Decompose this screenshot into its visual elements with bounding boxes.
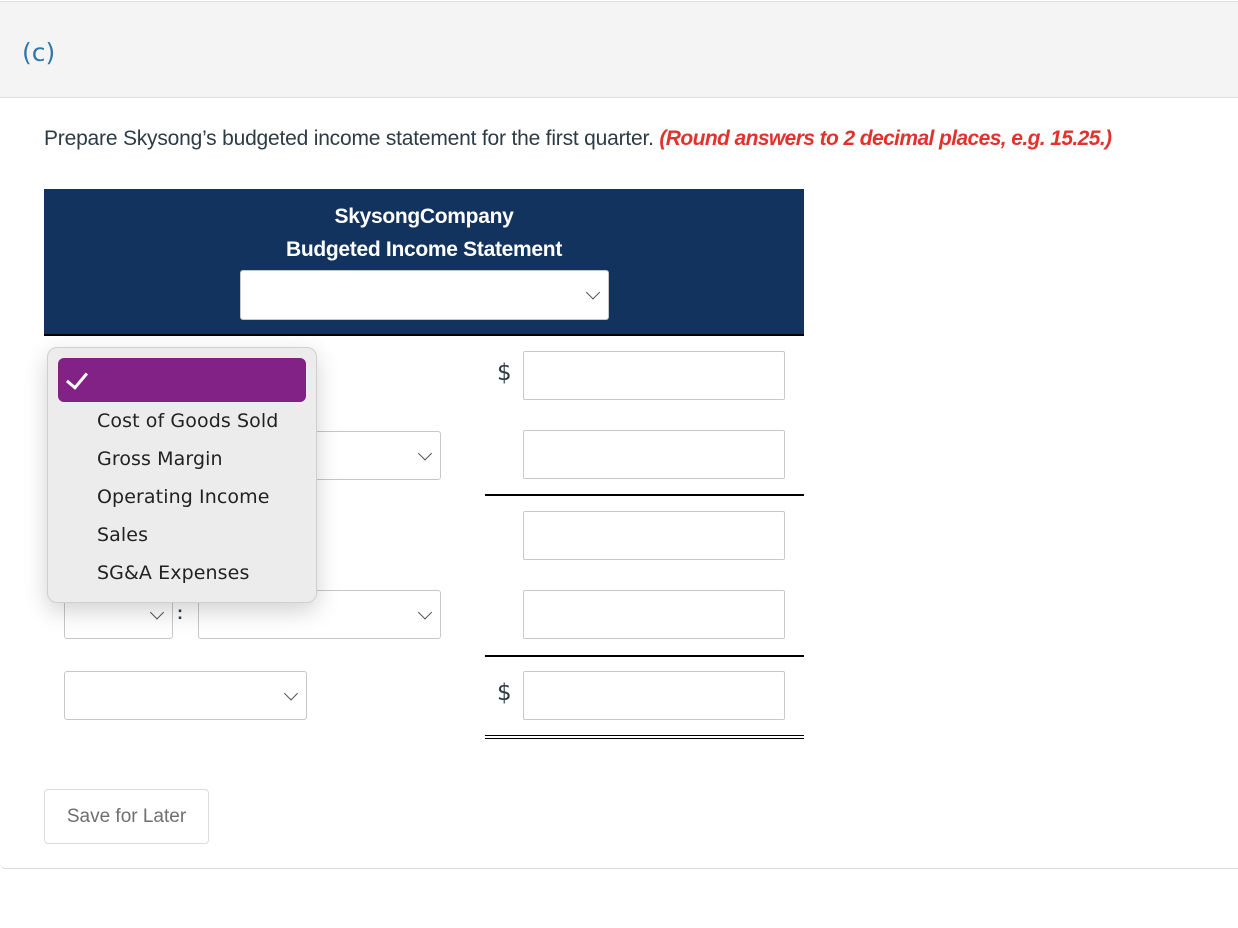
label-select-row-5[interactable] [64,671,307,720]
save-for-later-button[interactable]: Save for Later [44,789,209,844]
colon-separator: : [177,603,183,623]
dropdown-option-gross-margin[interactable]: Gross Margin [97,448,223,470]
period-select[interactable] [240,270,609,320]
statement-header: SkysongCompany Budgeted Income Statement [44,189,804,336]
checkmark-icon [65,366,89,390]
question-instructions: Prepare Skysong’s budgeted income statem… [44,127,1112,151]
company-name: SkysongCompany [334,205,514,228]
chevron-down-icon [417,604,433,620]
chevron-down-icon [149,604,165,620]
dropdown-option-blank-selected[interactable] [58,358,306,402]
dropdown-option-sales[interactable]: Sales [97,524,148,546]
statement-title: Budgeted Income Statement [285,238,563,261]
subtotal-rule [485,655,804,657]
dollar-sign: $ [497,680,512,706]
dropdown-option-operating-income[interactable]: Operating Income [97,486,270,508]
total-double-rule [485,735,804,739]
part-label: (c) [22,38,56,67]
amount-input-row-2[interactable] [523,430,785,479]
part-header: (c) [0,1,1238,98]
instruction-text: Prepare Skysong’s budgeted income statem… [44,127,654,150]
rounding-hint: (Round answers to 2 decimal places, e.g.… [659,127,1112,150]
dropdown-option-cogs[interactable]: Cost of Goods Sold [97,410,278,432]
chevron-down-icon [283,685,299,701]
amount-input-row-1[interactable] [523,351,785,400]
dollar-sign: $ [497,360,512,386]
amount-input-row-3[interactable] [523,511,785,560]
amount-input-row-4[interactable] [523,590,785,639]
subtotal-rule [485,494,804,496]
amount-input-row-5[interactable] [523,671,785,720]
label-dropdown-menu: Cost of Goods Sold Gross Margin Operatin… [47,347,317,603]
chevron-down-icon [585,285,601,300]
dropdown-option-sga-expenses[interactable]: SG&A Expenses [97,562,249,584]
chevron-down-icon [417,445,433,461]
